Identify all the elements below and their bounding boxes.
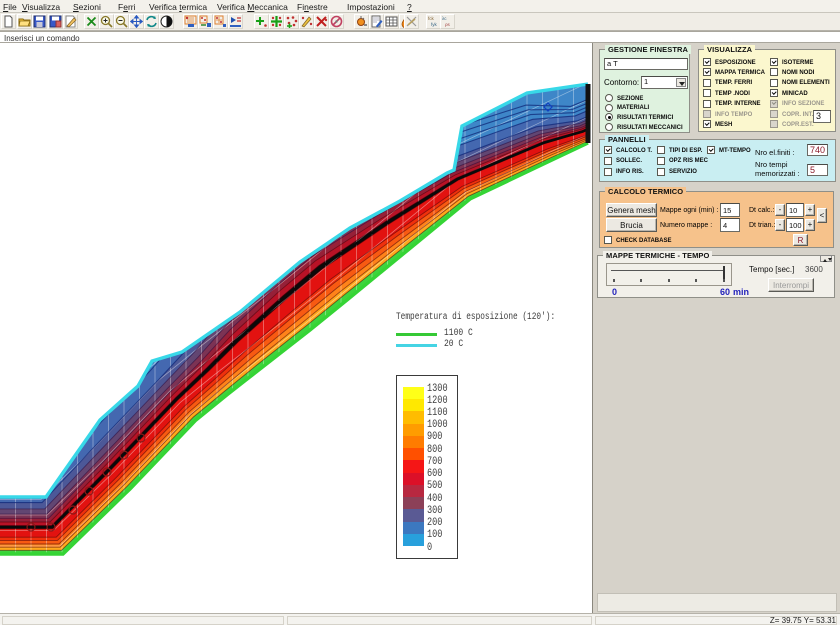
svg-text:λc: λc <box>442 16 447 21</box>
svg-text:fyk: fyk <box>431 22 438 27</box>
svg-text:fck: fck <box>428 16 435 21</box>
svg-text:ρs: ρs <box>445 22 451 27</box>
